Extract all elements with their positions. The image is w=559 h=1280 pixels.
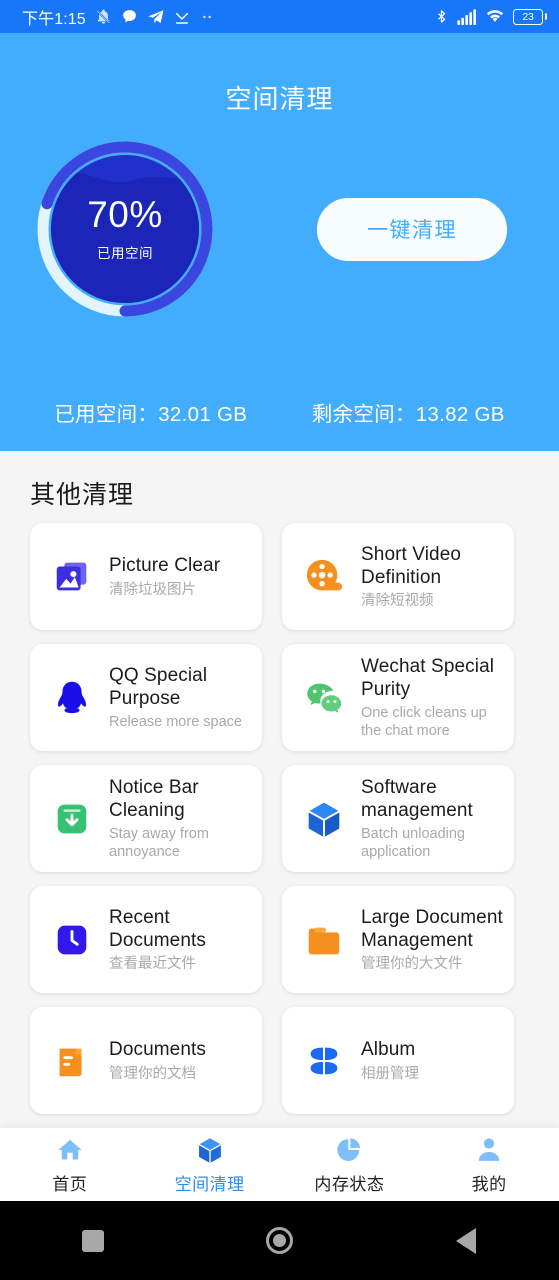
card-text: Wechat Special Purity One click cleans u… xyxy=(361,655,514,741)
card-subtitle: 管理你的文档 xyxy=(109,1065,196,1082)
nav-item-space-cleanup[interactable]: 空间清理 xyxy=(140,1135,280,1195)
card-text: Recent Documents 查看最近文件 xyxy=(109,906,262,973)
storage-gauge: 70% 已用空间 xyxy=(34,138,216,320)
card-software-management[interactable]: Software management Batch unloading appl… xyxy=(282,765,514,872)
cleanup-card-grid: Picture Clear 清除垃圾图片 Short Video Definit… xyxy=(0,523,559,1114)
bluetooth-icon xyxy=(437,10,446,23)
document-icon xyxy=(50,1039,94,1083)
card-text: Software management Batch unloading appl… xyxy=(361,776,514,862)
telegram-icon xyxy=(148,9,164,23)
card-large-document-management[interactable]: Large Document Management 管理你的大文件 xyxy=(282,886,514,993)
card-notice-bar-cleaning[interactable]: Notice Bar Cleaning Stay away from annoy… xyxy=(30,765,262,872)
card-text: Large Document Management 管理你的大文件 xyxy=(361,906,514,973)
card-title: Software management xyxy=(361,776,473,821)
wechat-icon xyxy=(302,676,346,720)
card-subtitle: 相册管理 xyxy=(361,1065,419,1082)
card-short-video-definition[interactable]: Short Video Definition 清除短视频 xyxy=(282,523,514,630)
card-subtitle: 管理你的大文件 xyxy=(361,956,463,973)
one-click-clean-button[interactable]: 一键清理 xyxy=(317,197,507,261)
person-icon xyxy=(478,1137,500,1161)
section-title-other-cleanup: 其他清理 xyxy=(30,481,135,509)
phone-screen: 下午1:15 23 空间清理 70% 已用空间 一键清理 已用空间：32.01 … xyxy=(0,0,559,1280)
bottom-navigation: 首页 空间清理 内存状态 我的 xyxy=(0,1128,559,1201)
recents-square-icon[interactable] xyxy=(58,1221,128,1261)
battery-icon: 23 xyxy=(513,8,547,25)
nav-label: 我的 xyxy=(471,1174,507,1194)
nav-item-profile[interactable]: 我的 xyxy=(419,1135,559,1195)
storage-stats: 已用空间：32.01 GB 剩余空间：13.82 GB xyxy=(0,397,559,427)
card-text: Documents 管理你的文档 xyxy=(109,1038,210,1082)
pie-chart-icon xyxy=(337,1137,361,1161)
card-album[interactable]: Album 相册管理 xyxy=(282,1007,514,1114)
free-space-stat: 剩余空间：13.82 GB xyxy=(311,403,505,426)
card-title: Notice Bar Cleaning xyxy=(109,776,199,821)
folder-icon xyxy=(302,918,346,962)
status-bar-clock: 下午1:15 xyxy=(22,10,86,28)
signal-bars-icon xyxy=(457,8,476,25)
used-space-stat: 已用空间：32.01 GB xyxy=(54,403,248,426)
android-system-navigation xyxy=(0,1201,559,1280)
status-bar: 下午1:15 23 xyxy=(0,0,559,33)
home-icon xyxy=(58,1139,82,1160)
card-picture-clear[interactable]: Picture Clear 清除垃圾图片 xyxy=(30,523,262,630)
status-bar-right: 23 xyxy=(434,8,547,25)
header-panel: 空间清理 70% 已用空间 一键清理 已用空间：32.01 GB 剩余空间：13… xyxy=(0,33,559,451)
card-text: Notice Bar Cleaning Stay away from annoy… xyxy=(109,776,262,862)
card-title: QQ Special Purpose xyxy=(109,664,208,709)
card-title: Documents xyxy=(109,1039,206,1061)
card-subtitle: 清除垃圾图片 xyxy=(109,581,196,598)
card-subtitle: Stay away from annoyance xyxy=(109,826,209,861)
card-title: Large Document Management xyxy=(361,906,503,951)
clover-album-icon xyxy=(302,1039,346,1083)
card-qq-special-purpose[interactable]: QQ Special Purpose Release more space xyxy=(30,644,262,751)
notice-download-icon xyxy=(50,797,94,841)
card-title: Recent Documents xyxy=(109,906,206,951)
wifi-icon xyxy=(486,10,504,22)
card-text: Album 相册管理 xyxy=(361,1038,423,1082)
battery-cap xyxy=(544,13,547,20)
mute-bell-icon xyxy=(95,9,111,25)
page-title: 空间清理 xyxy=(225,84,334,114)
more-dots-icon xyxy=(202,15,211,18)
nav-label: 内存状态 xyxy=(314,1174,385,1194)
gauge-svg xyxy=(37,141,213,317)
nav-item-memory-status[interactable]: 内存状态 xyxy=(280,1135,420,1195)
card-title: Wechat Special Purity xyxy=(361,655,495,700)
clock-icon xyxy=(50,918,94,962)
card-documents[interactable]: Documents 管理你的文档 xyxy=(30,1007,262,1114)
card-subtitle: Release more space xyxy=(109,714,242,731)
card-text: Picture Clear 清除垃圾图片 xyxy=(109,554,224,598)
gauge-row: 70% 已用空间 一键清理 xyxy=(0,138,559,320)
cube-icon xyxy=(302,797,346,841)
picture-icon xyxy=(50,555,94,599)
qq-penguin-icon xyxy=(50,676,94,720)
status-bar-left: 下午1:15 xyxy=(22,5,215,29)
back-triangle-icon[interactable] xyxy=(431,1221,501,1261)
home-circle-icon[interactable] xyxy=(244,1221,314,1261)
card-text: Short Video Definition 清除短视频 xyxy=(361,543,514,610)
cube-icon xyxy=(198,1137,222,1164)
card-subtitle: One click cleans up the chat more xyxy=(361,705,487,740)
card-recent-documents[interactable]: Recent Documents 查看最近文件 xyxy=(30,886,262,993)
chat-bubble-icon xyxy=(122,10,136,23)
battery-level: 23 xyxy=(513,8,543,25)
card-wechat-special-purity[interactable]: Wechat Special Purity One click cleans u… xyxy=(282,644,514,751)
download-icon xyxy=(175,12,188,24)
nav-item-home[interactable]: 首页 xyxy=(0,1135,140,1195)
card-subtitle: 清除短视频 xyxy=(361,593,434,610)
card-subtitle: 查看最近文件 xyxy=(109,956,196,973)
card-text: QQ Special Purpose Release more space xyxy=(109,664,262,731)
card-title: Picture Clear xyxy=(109,555,221,577)
nav-label: 空间清理 xyxy=(174,1174,245,1194)
film-reel-icon xyxy=(302,555,346,599)
card-subtitle: Batch unloading application xyxy=(361,826,465,861)
card-title: Short Video Definition xyxy=(361,543,462,588)
nav-label: 首页 xyxy=(52,1174,88,1194)
card-title: Album xyxy=(361,1039,416,1061)
